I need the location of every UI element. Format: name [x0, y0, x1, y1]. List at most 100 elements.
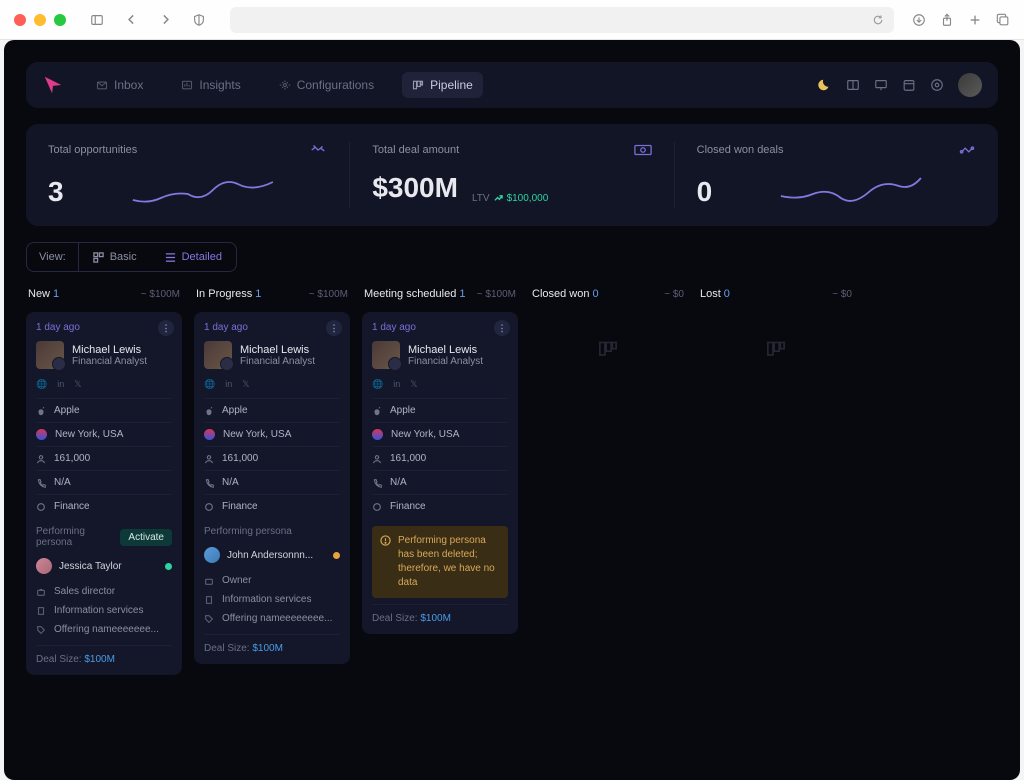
persona-row: Owner: [204, 571, 340, 590]
card-menu-icon[interactable]: ⋮: [158, 320, 174, 336]
column-title: New: [28, 288, 50, 300]
forward-icon[interactable]: [152, 9, 178, 31]
globe-icon[interactable]: 🌐: [36, 379, 47, 390]
persona-row: Information services: [36, 601, 172, 620]
card-row-industry: Finance: [36, 494, 172, 518]
card-timestamp: 1 day ago: [372, 322, 508, 333]
x-icon[interactable]: 𝕏: [242, 379, 249, 390]
globe-icon[interactable]: 🌐: [204, 379, 215, 390]
deal-icon: [958, 142, 976, 158]
phone-icon: [36, 478, 46, 488]
user-avatar[interactable]: [958, 73, 982, 97]
column-count: 1: [255, 288, 261, 300]
card-person: Michael Lewis Financial Analyst: [36, 341, 172, 369]
kanban-icon: [766, 340, 786, 360]
column-title: Closed won: [532, 288, 589, 300]
download-icon[interactable]: [912, 13, 926, 27]
column-amount: ~ $0: [832, 289, 852, 300]
view-label: View:: [27, 243, 79, 271]
linkedin-icon[interactable]: in: [393, 379, 400, 390]
share-icon[interactable]: [940, 13, 954, 27]
card-row-phone: N/A: [372, 470, 508, 494]
activate-button[interactable]: Activate: [120, 529, 172, 546]
nav-inbox[interactable]: Inbox: [86, 72, 153, 98]
pipeline-card[interactable]: 1 day ago ⋮ Michael Lewis Financial Anal…: [194, 312, 350, 664]
card-role: Financial Analyst: [72, 356, 147, 367]
present-icon[interactable]: [874, 78, 888, 92]
maximize-window-icon[interactable]: [54, 14, 66, 26]
card-row-phone: N/A: [36, 470, 172, 494]
settings-icon[interactable]: [930, 78, 944, 92]
column-new: New1 ~ $100M 1 day ago ⋮ Michael Lewis F…: [26, 288, 182, 675]
column-count: 1: [459, 288, 465, 300]
card-menu-icon[interactable]: ⋮: [494, 320, 510, 336]
tabs-icon[interactable]: [996, 13, 1010, 27]
persona-row: Information services: [204, 590, 340, 609]
metric-value: 3: [48, 176, 64, 208]
card-avatar: [36, 341, 64, 369]
view-basic[interactable]: Basic: [79, 243, 151, 271]
metric-label: Closed won deals: [697, 144, 784, 156]
column-amount: ~ $100M: [141, 289, 180, 300]
card-row-employees: 161,000: [372, 446, 508, 470]
apple-icon: [204, 406, 214, 416]
view-detailed[interactable]: Detailed: [151, 243, 236, 271]
x-icon[interactable]: 𝕏: [410, 379, 417, 390]
minimize-window-icon[interactable]: [34, 14, 46, 26]
handshake-icon: [309, 142, 327, 158]
column-closed-won: Closed won0 ~ $0: [530, 288, 686, 675]
phone-icon: [372, 478, 382, 488]
layout-icon[interactable]: [846, 78, 860, 92]
metric-opportunities: Total opportunities 3: [26, 142, 350, 208]
card-name: Michael Lewis: [408, 344, 483, 356]
pipeline-card[interactable]: 1 day ago ⋮ Michael Lewis Financial Anal…: [362, 312, 518, 634]
nav-pipeline[interactable]: Pipeline: [402, 72, 483, 98]
persona-avatar: [204, 547, 220, 563]
column-header: Closed won0 ~ $0: [530, 288, 686, 300]
building-icon: [204, 595, 214, 605]
x-icon[interactable]: 𝕏: [74, 379, 81, 390]
calendar-icon[interactable]: [902, 78, 916, 92]
persona-row: Offering nameeeeeee...: [36, 620, 172, 639]
card-row-industry: Finance: [372, 494, 508, 518]
card-row-location: New York, USA: [372, 422, 508, 446]
status-dot-icon: [333, 552, 340, 559]
deal-size: Deal Size: $100M: [204, 634, 340, 654]
close-window-icon[interactable]: [14, 14, 26, 26]
persona-header: Performing persona: [204, 518, 340, 543]
view-opt-label: Basic: [110, 251, 137, 263]
column-title: Meeting scheduled: [364, 288, 456, 300]
briefcase-icon: [204, 576, 214, 586]
nav-insights[interactable]: Insights: [171, 72, 250, 98]
linkedin-icon[interactable]: in: [57, 379, 64, 390]
pipeline-board: New 1 ~ $100M 1 day ago ⋮ Michael Lewis F…: [26, 288, 998, 675]
card-person: Michael Lewis Financial Analyst: [372, 341, 508, 369]
pipeline-card[interactable]: 1 day ago ⋮ Michael Lewis Financial Anal…: [26, 312, 182, 675]
persona-row: Sales director: [36, 582, 172, 601]
card-row-location: New York, USA: [204, 422, 340, 446]
globe-icon[interactable]: 🌐: [372, 379, 383, 390]
column-count: 0: [592, 288, 598, 300]
address-bar[interactable]: [230, 7, 894, 33]
reload-icon[interactable]: [872, 14, 884, 26]
inbox-icon: [96, 79, 108, 91]
persona-row: Offering nameeeeeeee...: [204, 609, 340, 628]
column-amount: ~ $100M: [309, 289, 348, 300]
nav-configurations[interactable]: Configurations: [269, 72, 384, 98]
sidebar-toggle-icon[interactable]: [84, 9, 110, 31]
topbar: Inbox Insights Configurations Pipeline: [26, 62, 998, 108]
sparkline-icon: [78, 172, 328, 208]
card-menu-icon[interactable]: ⋮: [326, 320, 342, 336]
new-tab-icon[interactable]: [968, 13, 982, 27]
users-icon: [372, 454, 382, 464]
moon-icon[interactable]: [818, 78, 832, 92]
industry-icon: [36, 502, 46, 512]
back-icon[interactable]: [118, 9, 144, 31]
logo-icon[interactable]: [42, 74, 64, 96]
persona-header: Performing persona Activate: [36, 518, 172, 554]
card-name: Michael Lewis: [72, 344, 147, 356]
shield-icon[interactable]: [186, 9, 212, 31]
card-person: Michael Lewis Financial Analyst: [204, 341, 340, 369]
ltv-block: LTV $100,000: [472, 193, 548, 204]
linkedin-icon[interactable]: in: [225, 379, 232, 390]
